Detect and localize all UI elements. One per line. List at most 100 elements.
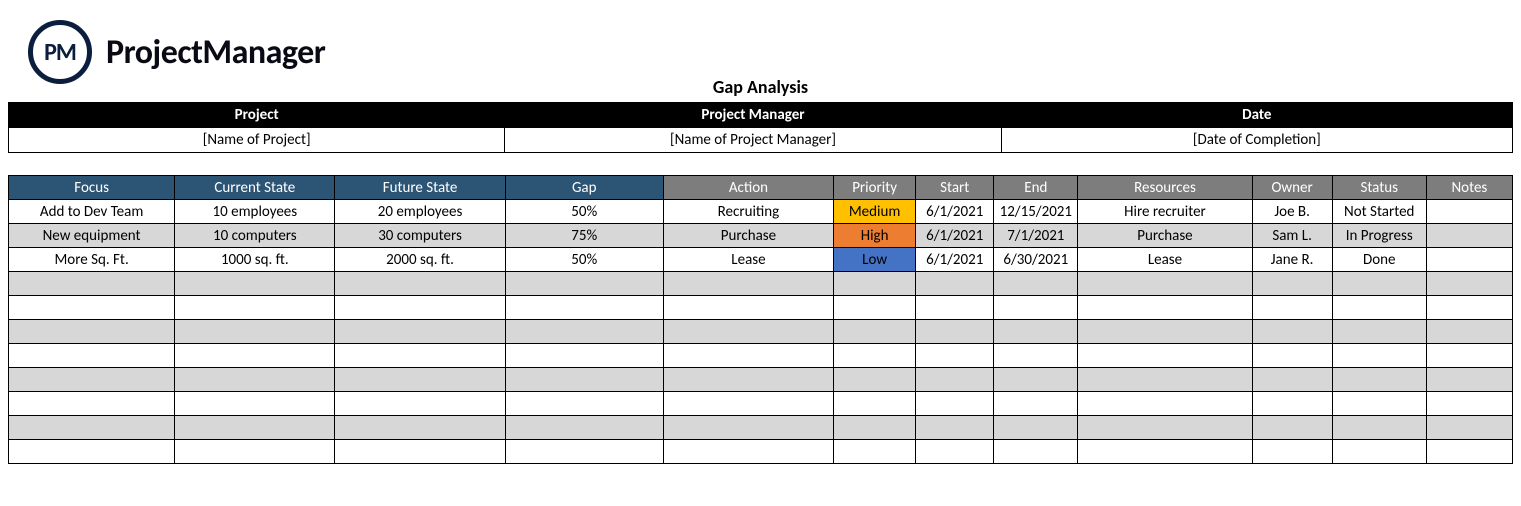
cell-empty[interactable]	[663, 368, 833, 392]
cell-empty[interactable]	[1078, 416, 1252, 440]
cell-empty[interactable]	[505, 344, 663, 368]
cell-empty[interactable]	[9, 440, 175, 464]
cell-empty[interactable]	[175, 272, 335, 296]
cell-empty[interactable]	[335, 416, 505, 440]
cell-empty[interactable]	[834, 416, 916, 440]
cell-gap[interactable]: 50%	[505, 200, 663, 224]
cell-empty[interactable]	[1426, 392, 1512, 416]
cell-current[interactable]: 10 employees	[175, 200, 335, 224]
cell-end[interactable]: 6/30/2021	[994, 248, 1078, 272]
cell-future[interactable]: 30 computers	[335, 224, 505, 248]
cell-empty[interactable]	[834, 344, 916, 368]
cell-empty[interactable]	[834, 392, 916, 416]
cell-empty[interactable]	[9, 296, 175, 320]
cell-empty[interactable]	[916, 392, 994, 416]
cell-focus[interactable]: New equipment	[9, 224, 175, 248]
cell-empty[interactable]	[1332, 368, 1426, 392]
cell-empty[interactable]	[175, 416, 335, 440]
cell-empty[interactable]	[1426, 368, 1512, 392]
cell-empty[interactable]	[663, 272, 833, 296]
cell-empty[interactable]	[505, 296, 663, 320]
cell-empty[interactable]	[1078, 296, 1252, 320]
cell-empty[interactable]	[1078, 368, 1252, 392]
cell-empty[interactable]	[1252, 296, 1332, 320]
cell-empty[interactable]	[663, 296, 833, 320]
cell-empty[interactable]	[1426, 320, 1512, 344]
cell-empty[interactable]	[1332, 440, 1426, 464]
cell-focus[interactable]: More Sq. Ft.	[9, 248, 175, 272]
cell-empty[interactable]	[335, 392, 505, 416]
cell-priority[interactable]: High	[834, 224, 916, 248]
cell-focus[interactable]: Add to Dev Team	[9, 200, 175, 224]
cell-empty[interactable]	[1078, 440, 1252, 464]
cell-empty[interactable]	[9, 272, 175, 296]
cell-empty[interactable]	[834, 320, 916, 344]
cell-empty[interactable]	[994, 320, 1078, 344]
cell-empty[interactable]	[505, 440, 663, 464]
cell-action[interactable]: Recruiting	[663, 200, 833, 224]
cell-empty[interactable]	[916, 368, 994, 392]
cell-notes[interactable]	[1426, 248, 1512, 272]
cell-empty[interactable]	[1252, 440, 1332, 464]
cell-empty[interactable]	[1252, 320, 1332, 344]
cell-empty[interactable]	[1078, 320, 1252, 344]
cell-empty[interactable]	[663, 416, 833, 440]
cell-empty[interactable]	[916, 296, 994, 320]
cell-empty[interactable]	[335, 320, 505, 344]
cell-empty[interactable]	[663, 320, 833, 344]
cell-start[interactable]: 6/1/2021	[916, 224, 994, 248]
cell-owner[interactable]: Joe B.	[1252, 200, 1332, 224]
cell-empty[interactable]	[335, 272, 505, 296]
cell-empty[interactable]	[505, 416, 663, 440]
cell-empty[interactable]	[1252, 272, 1332, 296]
cell-start[interactable]: 6/1/2021	[916, 200, 994, 224]
cell-empty[interactable]	[1332, 344, 1426, 368]
cell-gap[interactable]: 75%	[505, 224, 663, 248]
cell-gap[interactable]: 50%	[505, 248, 663, 272]
cell-empty[interactable]	[1332, 272, 1426, 296]
cell-current[interactable]: 10 computers	[175, 224, 335, 248]
cell-empty[interactable]	[175, 392, 335, 416]
cell-start[interactable]: 6/1/2021	[916, 248, 994, 272]
cell-empty[interactable]	[1426, 440, 1512, 464]
cell-notes[interactable]	[1426, 200, 1512, 224]
cell-empty[interactable]	[1426, 296, 1512, 320]
cell-empty[interactable]	[1252, 416, 1332, 440]
cell-empty[interactable]	[9, 416, 175, 440]
cell-empty[interactable]	[663, 440, 833, 464]
cell-future[interactable]: 20 employees	[335, 200, 505, 224]
cell-end[interactable]: 12/15/2021	[994, 200, 1078, 224]
cell-empty[interactable]	[916, 320, 994, 344]
cell-empty[interactable]	[1426, 344, 1512, 368]
cell-empty[interactable]	[505, 272, 663, 296]
cell-empty[interactable]	[1252, 392, 1332, 416]
cell-empty[interactable]	[994, 368, 1078, 392]
cell-resources[interactable]: Lease	[1078, 248, 1252, 272]
cell-empty[interactable]	[1078, 392, 1252, 416]
cell-empty[interactable]	[1332, 296, 1426, 320]
cell-status[interactable]: In Progress	[1332, 224, 1426, 248]
cell-empty[interactable]	[994, 344, 1078, 368]
cell-empty[interactable]	[1252, 344, 1332, 368]
cell-empty[interactable]	[175, 368, 335, 392]
cell-empty[interactable]	[1426, 272, 1512, 296]
cell-empty[interactable]	[994, 296, 1078, 320]
cell-empty[interactable]	[834, 440, 916, 464]
cell-empty[interactable]	[916, 344, 994, 368]
cell-empty[interactable]	[335, 440, 505, 464]
cell-empty[interactable]	[916, 440, 994, 464]
cell-empty[interactable]	[994, 416, 1078, 440]
cell-empty[interactable]	[505, 320, 663, 344]
cell-empty[interactable]	[1332, 320, 1426, 344]
cell-empty[interactable]	[663, 392, 833, 416]
meta-value-manager[interactable]: [Name of Project Manager]	[505, 128, 1001, 153]
cell-owner[interactable]: Jane R.	[1252, 248, 1332, 272]
cell-empty[interactable]	[9, 344, 175, 368]
cell-empty[interactable]	[834, 368, 916, 392]
cell-priority[interactable]: Medium	[834, 200, 916, 224]
cell-priority[interactable]: Low	[834, 248, 916, 272]
cell-empty[interactable]	[1078, 272, 1252, 296]
cell-empty[interactable]	[175, 296, 335, 320]
cell-empty[interactable]	[916, 272, 994, 296]
cell-empty[interactable]	[9, 320, 175, 344]
